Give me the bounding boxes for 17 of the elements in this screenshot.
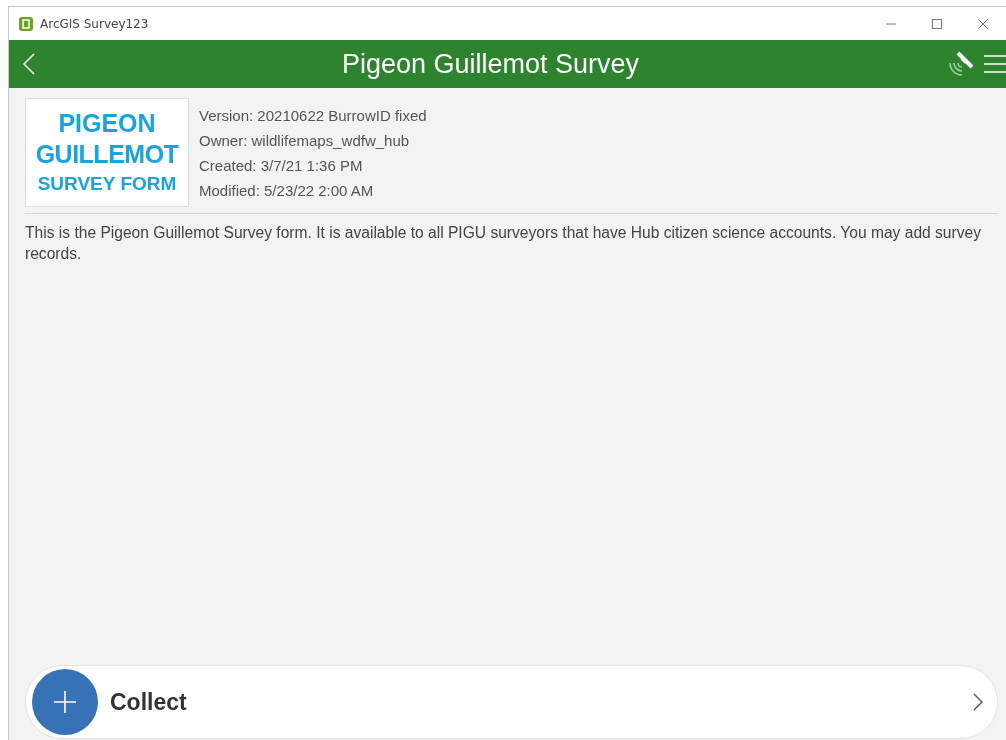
plus-icon [54,691,76,713]
chevron-right-icon [973,693,983,711]
back-icon[interactable] [23,53,35,75]
maximize-icon[interactable] [931,17,943,30]
survey-description: This is the Pigeon Guillemot Survey form. It is available to all PIGU surveyors that have Hub citizen science accounts. You may add survey records. [25,223,982,264]
meta-line: Owner: wildlifemaps_wdfw_hub [199,131,411,151]
survey-thumbnail: PIGEON GUILLEMOT SURVEY FORM [25,98,189,207]
collect-button[interactable]: Collect [25,665,998,739]
meta-line: Version: 20210622 BurrowID fixed [199,106,427,126]
satellite-icon[interactable] [946,49,976,79]
close-icon[interactable] [977,17,989,30]
window-title: ArcGIS Survey123 [40,16,150,31]
app-logo-icon [19,16,33,31]
meta-line: Created: 3/7/21 1:36 PM [199,156,364,176]
menu-icon[interactable] [984,53,1006,75]
meta-line: Modified: 5/23/22 2:00 AM [199,181,375,201]
survey-title: Pigeon Guillemot Survey [340,48,641,80]
